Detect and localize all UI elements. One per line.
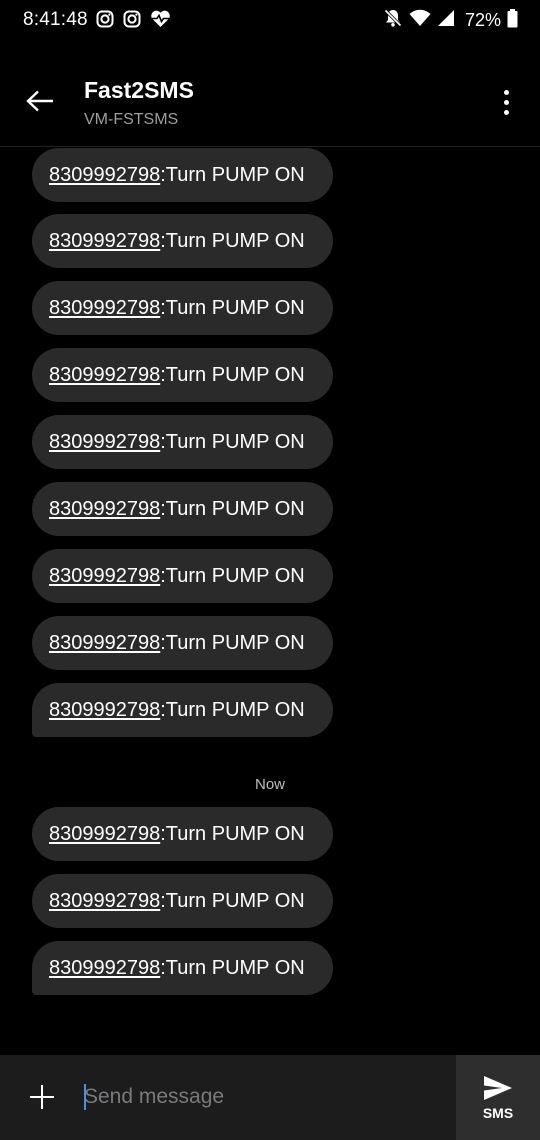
message-text: :Turn PUMP ON [160, 822, 305, 845]
phone-number-link[interactable]: 8309992798 [49, 164, 160, 187]
system-icons: 72% [383, 8, 518, 33]
mute-bell-icon [383, 8, 403, 33]
phone-number-link[interactable]: 8309992798 [49, 890, 160, 913]
message-bubble[interactable]: 8309992798:Turn PUMP ON [32, 941, 333, 995]
more-options-button[interactable] [494, 84, 518, 120]
signal-icon [437, 9, 455, 32]
message-bubble[interactable]: 8309992798:Turn PUMP ON [32, 148, 333, 202]
sender-id: VM-FSTSMS [84, 111, 179, 128]
message-bubble[interactable]: 8309992798:Turn PUMP ON [32, 415, 333, 469]
phone-number-link[interactable]: 8309992798 [49, 498, 160, 521]
message-bubble[interactable]: 8309992798:Turn PUMP ON [32, 281, 333, 335]
message-bubble[interactable]: 8309992798:Turn PUMP ON [32, 549, 333, 603]
phone-number-link[interactable]: 8309992798 [49, 230, 160, 253]
message-text: :Turn PUMP ON [160, 363, 305, 386]
message-bubble[interactable]: 8309992798:Turn PUMP ON [32, 874, 333, 928]
phone-number-link[interactable]: 8309992798 [49, 431, 160, 454]
phone-number-link[interactable]: 8309992798 [49, 297, 160, 320]
phone-number-link[interactable]: 8309992798 [49, 632, 160, 655]
compose-bar: SMS [0, 1055, 540, 1140]
message-input[interactable] [82, 1079, 442, 1115]
message-text: :Turn PUMP ON [160, 956, 305, 979]
message-bubble[interactable]: 8309992798:Turn PUMP ON [32, 214, 333, 268]
message-bubble[interactable]: 8309992798:Turn PUMP ON [32, 348, 333, 402]
message-text: :Turn PUMP ON [160, 296, 305, 319]
phone-number-link[interactable]: 8309992798 [49, 364, 160, 387]
send-sms-button[interactable]: SMS [456, 1055, 540, 1140]
message-text: :Turn PUMP ON [160, 631, 305, 654]
phone-number-link[interactable]: 8309992798 [49, 823, 160, 846]
message-text: :Turn PUMP ON [160, 430, 305, 453]
conversation-title: Fast2SMS [84, 77, 194, 103]
text-cursor [84, 1084, 86, 1110]
message-bubble[interactable]: 8309992798:Turn PUMP ON [32, 482, 333, 536]
more-vert-icon [503, 89, 509, 95]
phone-number-link[interactable]: 8309992798 [49, 957, 160, 980]
instagram-icon [123, 10, 141, 33]
status-bar: 8:41:48 72% [0, 0, 540, 40]
message-text: :Turn PUMP ON [160, 698, 305, 721]
message-text: :Turn PUMP ON [160, 889, 305, 912]
status-time: 8:41:48 [23, 9, 88, 30]
conversation-header: Fast2SMS VM-FSTSMS [0, 40, 540, 147]
message-bubble[interactable]: 8309992798:Turn PUMP ON [32, 683, 333, 737]
message-bubble[interactable]: 8309992798:Turn PUMP ON [32, 616, 333, 670]
notification-icons [96, 10, 171, 33]
add-attachment-button[interactable] [26, 1081, 58, 1113]
heart-pulse-icon [150, 10, 171, 33]
arrow-left-icon [26, 90, 53, 112]
message-bubble[interactable]: 8309992798:Turn PUMP ON [32, 807, 333, 861]
message-text: :Turn PUMP ON [160, 564, 305, 587]
back-button[interactable] [22, 83, 58, 119]
phone-number-link[interactable]: 8309992798 [49, 699, 160, 722]
instagram-icon [96, 10, 114, 33]
message-text: :Turn PUMP ON [160, 163, 305, 186]
message-list[interactable]: 8309992798:Turn PUMP ON 8309992798:Turn … [0, 148, 540, 1054]
wifi-icon [409, 9, 431, 32]
send-label: SMS [482, 1104, 514, 1121]
phone-number-link[interactable]: 8309992798 [49, 565, 160, 588]
message-text: :Turn PUMP ON [160, 229, 305, 252]
battery-icon [507, 8, 518, 33]
message-text: :Turn PUMP ON [160, 497, 305, 520]
send-icon [484, 1075, 512, 1100]
battery-percent: 72% [464, 10, 501, 30]
message-timestamp: Now [254, 776, 285, 793]
screen: 8:41:48 72% Fast2SMS VM-FSTSMS 830999279… [0, 0, 540, 1140]
message-input-wrapper [82, 1079, 442, 1115]
